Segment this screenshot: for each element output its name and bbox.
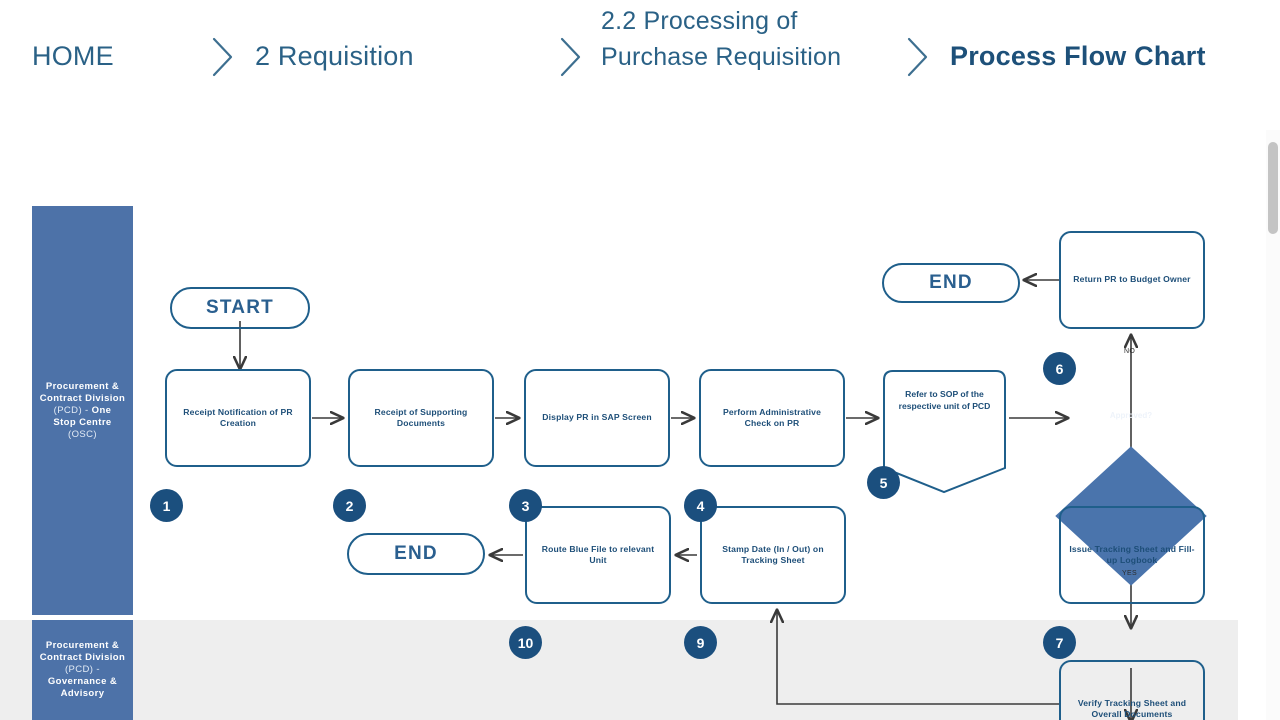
flowchart-page: HOME 2 Requisition 2.2 Processing of Pur…: [0, 0, 1280, 720]
terminator-end-top[interactable]: END: [882, 263, 1020, 303]
step-badge-7: 7: [1043, 626, 1076, 659]
step-badge-10: 10: [509, 626, 542, 659]
step-badge-6: 6: [1043, 352, 1076, 385]
breadcrumb: HOME 2 Requisition 2.2 Processing of Pur…: [0, 0, 1280, 130]
terminator-end-bottom[interactable]: END: [347, 533, 485, 575]
process-node-1[interactable]: Receipt Notification of PR Creation: [165, 369, 311, 467]
process-node-2[interactable]: Receipt of Supporting Documents: [348, 369, 494, 467]
process-node-9[interactable]: Stamp Date (In / Out) on Tracking Sheet: [700, 506, 846, 604]
step-badge-1: 1: [150, 489, 183, 522]
chevron-right-icon: [558, 36, 584, 78]
chevron-right-icon: [210, 36, 236, 78]
step-badge-9: 9: [684, 626, 717, 659]
process-node-10[interactable]: Route Blue File to relevant Unit: [525, 506, 671, 604]
step-badge-4: 4: [684, 489, 717, 522]
edge-label-yes: YES: [1122, 570, 1137, 577]
swimlane-label-osc: Procurement & Contract Division (PCD) - …: [39, 380, 126, 440]
scrollbar-thumb[interactable]: [1268, 142, 1278, 234]
chevron-right-icon: [905, 36, 931, 78]
process-node-5[interactable]: Refer to SOP of the respective unit of P…: [884, 389, 1005, 412]
decision-node-approved[interactable]: Approved?: [1071, 411, 1191, 420]
step-badge-2: 2: [333, 489, 366, 522]
edge-label-no: NO: [1124, 348, 1136, 355]
process-node-8[interactable]: Verify Tracking Sheet and Overall Docume…: [1059, 660, 1205, 720]
terminator-start[interactable]: START: [170, 287, 310, 329]
process-node-4[interactable]: Perform Administrative Check on PR: [699, 369, 845, 467]
breadcrumb-item-process-flow-chart[interactable]: Process Flow Chart: [950, 38, 1206, 74]
swimlane-label-governance: Procurement & Contract Division (PCD) - …: [39, 640, 126, 699]
breadcrumb-item-home[interactable]: HOME: [32, 38, 114, 74]
process-node-7[interactable]: Issue Tracking Sheet and Fill-up Logbook: [1059, 506, 1205, 604]
process-node-6[interactable]: Return PR to Budget Owner: [1059, 231, 1205, 329]
vertical-scrollbar[interactable]: [1266, 130, 1280, 720]
step-badge-5: 5: [867, 466, 900, 499]
breadcrumb-item-requisition[interactable]: 2 Requisition: [255, 38, 414, 74]
breadcrumb-item-processing-pr[interactable]: 2.2 Processing of Purchase Requisition: [601, 3, 881, 75]
swimlane-header-osc: Procurement & Contract Division (PCD) - …: [32, 206, 133, 615]
step-badge-3: 3: [509, 489, 542, 522]
process-node-3[interactable]: Display PR in SAP Screen: [524, 369, 670, 467]
flowchart-canvas: Procurement & Contract Division (PCD) - …: [0, 130, 1280, 720]
swimlane-header-governance: Procurement & Contract Division (PCD) - …: [32, 620, 133, 720]
